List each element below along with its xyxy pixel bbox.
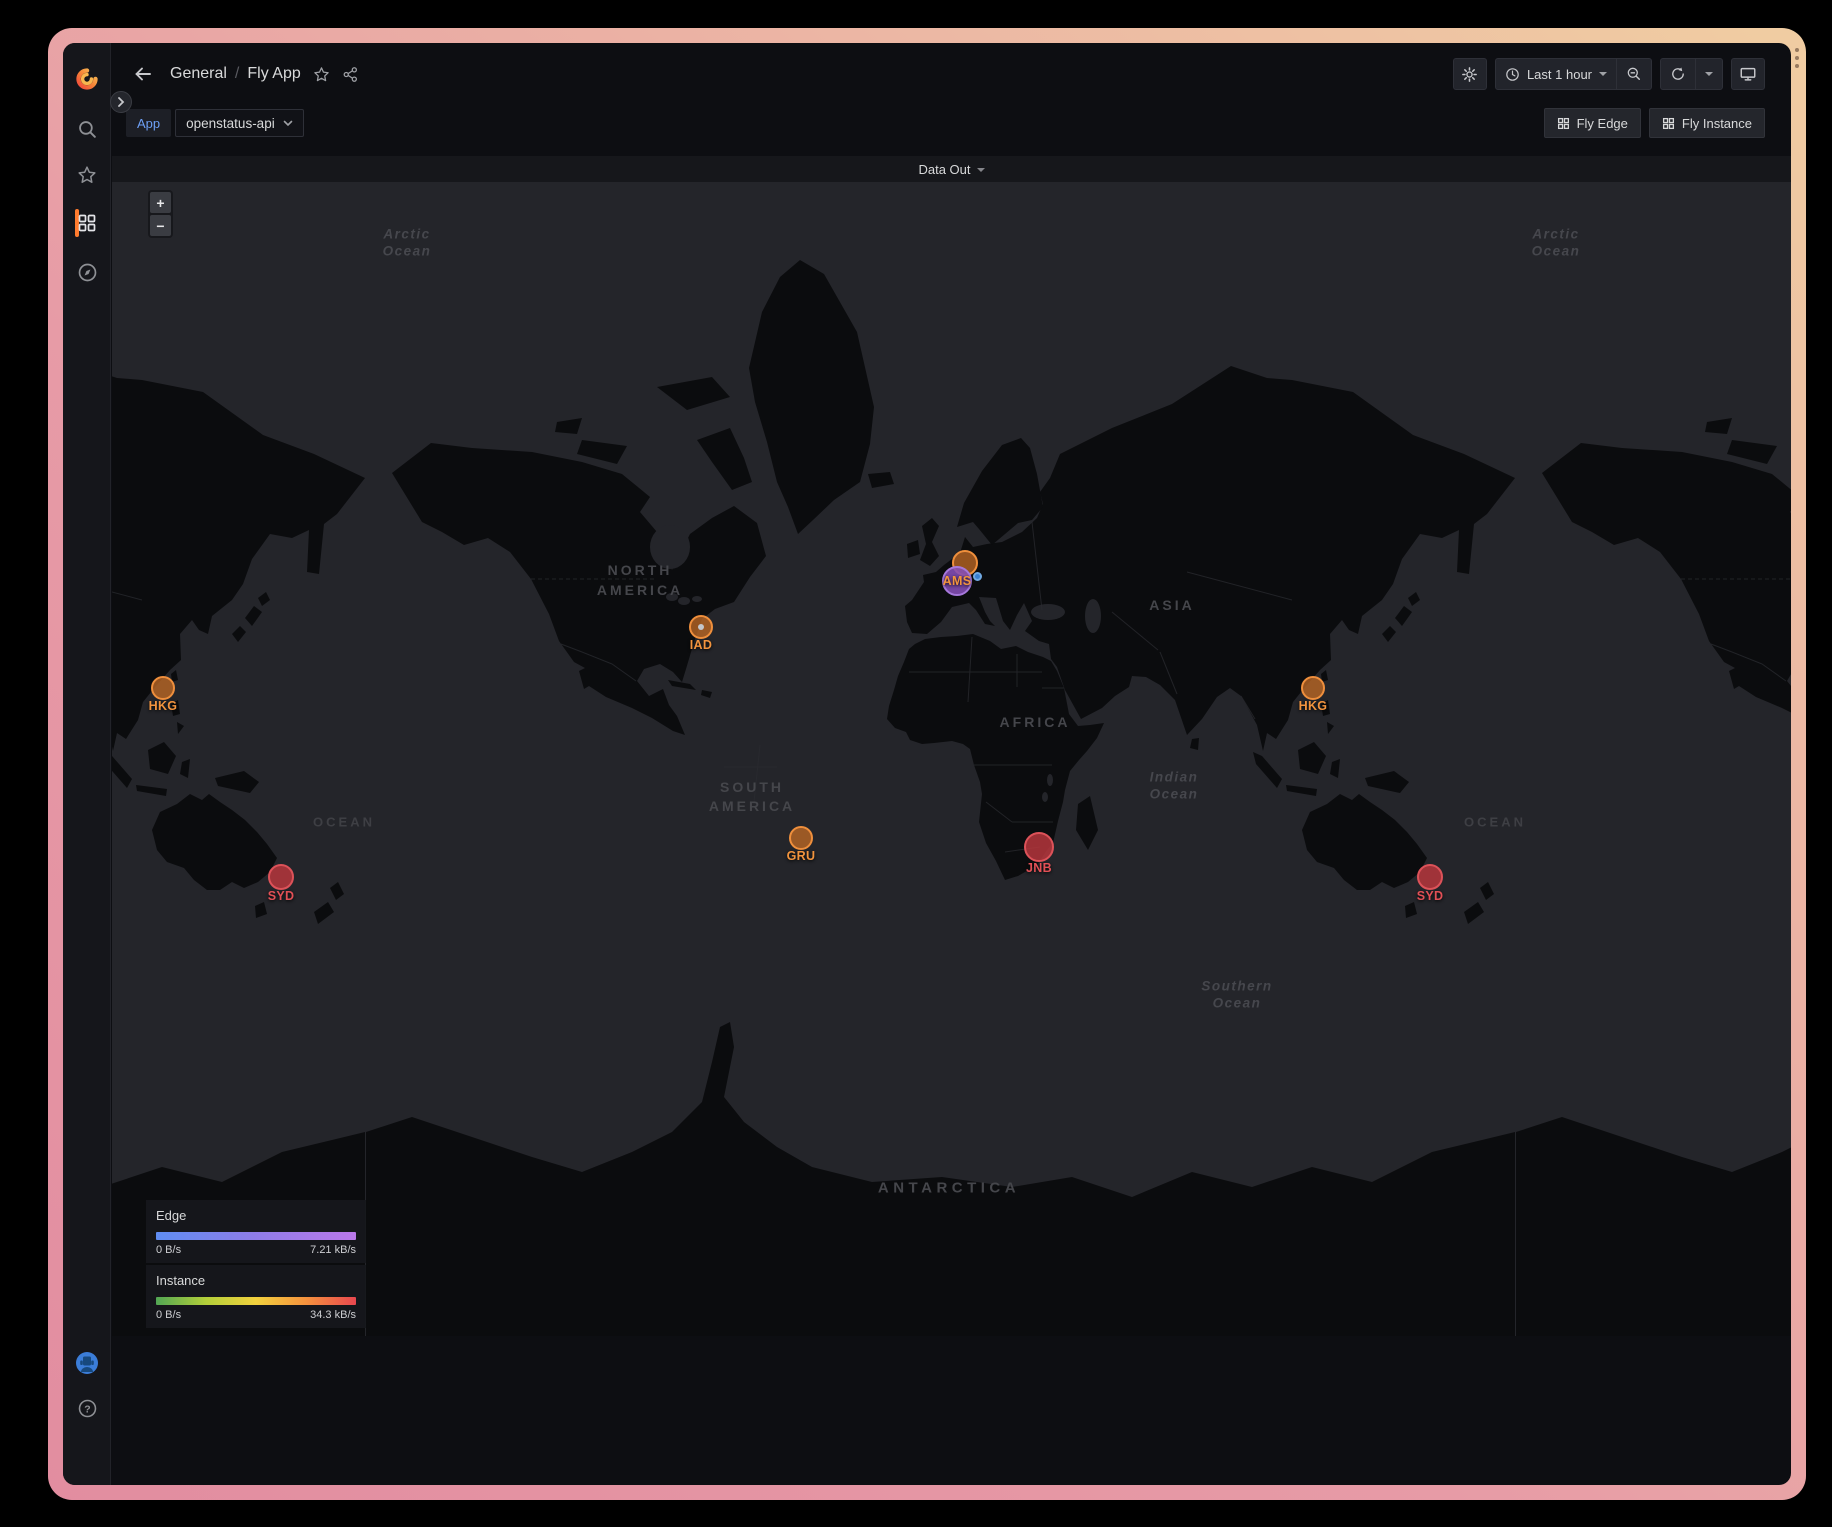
user-avatar bbox=[75, 1351, 99, 1375]
marker-label: JNB bbox=[1026, 861, 1052, 875]
legend-title: Instance bbox=[156, 1273, 356, 1288]
time-range-label: Last 1 hour bbox=[1527, 67, 1592, 82]
share-icon bbox=[342, 66, 359, 83]
legend-instance: Instance 0 B/s 34.3 kB/s bbox=[146, 1265, 366, 1328]
sidebar-item-profile[interactable] bbox=[63, 1343, 111, 1383]
favorite-dashboard-button[interactable] bbox=[313, 66, 330, 83]
time-range-picker: Last 1 hour bbox=[1495, 58, 1652, 90]
app-variable-dropdown[interactable]: openstatus-api bbox=[175, 109, 304, 137]
legend-max-value: 34.3 kB/s bbox=[310, 1309, 356, 1321]
back-button[interactable] bbox=[126, 57, 160, 91]
marker-inner-dot bbox=[698, 624, 704, 630]
breadcrumb-folder[interactable]: General bbox=[170, 65, 227, 83]
map-marker-iad[interactable]: IAD bbox=[689, 615, 713, 639]
panel-title: Data Out bbox=[918, 162, 970, 177]
fly-edge-label: Fly Edge bbox=[1577, 116, 1628, 131]
breadcrumb: General / Fly App bbox=[170, 65, 301, 83]
fly-instance-label: Fly Instance bbox=[1682, 116, 1752, 131]
refresh-picker bbox=[1660, 58, 1723, 90]
gear-icon bbox=[1461, 66, 1478, 83]
map-marker-small-edge[interactable] bbox=[973, 572, 982, 581]
legend-title: Edge bbox=[156, 1208, 356, 1223]
view-toggle-buttons: Fly Edge Fly Instance bbox=[1544, 108, 1765, 138]
map-zoom-out-button[interactable]: − bbox=[150, 215, 171, 236]
map-zoom-in-button[interactable]: + bbox=[150, 192, 171, 213]
map-marker-gru[interactable]: GRU bbox=[789, 826, 813, 850]
refresh-button[interactable] bbox=[1661, 59, 1695, 89]
zoom-out-time-button[interactable] bbox=[1616, 59, 1651, 89]
marker-label: GRU bbox=[787, 849, 816, 863]
dashboard-controls-row: App openstatus-api Fly Edge bbox=[112, 105, 1791, 141]
panel-title-bar[interactable]: Data Out bbox=[112, 156, 1791, 182]
sidebar-item-starred[interactable] bbox=[63, 155, 111, 195]
legend-max-value: 7.21 kB/s bbox=[310, 1244, 356, 1256]
map-marker-syd[interactable]: SYD bbox=[1417, 864, 1443, 890]
refresh-interval-dropdown[interactable] bbox=[1695, 59, 1722, 89]
grafana-app: ? General / Fly App bbox=[63, 43, 1791, 1485]
map-legend: Edge 0 B/s 7.21 kB/s Instance 0 B/s 34.3… bbox=[146, 1200, 366, 1328]
chevron-down-icon bbox=[1705, 72, 1713, 76]
star-icon bbox=[77, 165, 97, 185]
share-dashboard-button[interactable] bbox=[342, 66, 359, 83]
marker-label: SYD bbox=[268, 889, 295, 903]
clock-icon bbox=[1505, 67, 1520, 82]
app-variable-value: openstatus-api bbox=[186, 116, 275, 131]
monitor-icon bbox=[1739, 65, 1757, 83]
world-map bbox=[112, 182, 1791, 1336]
marker-label: HKG bbox=[149, 699, 178, 713]
panel-menu-chevron-icon bbox=[977, 168, 985, 172]
zoom-out-icon bbox=[1626, 66, 1642, 82]
marker-label: SYD bbox=[1417, 889, 1444, 903]
window-handle-dots bbox=[1795, 48, 1799, 68]
map-zoom-control: + − bbox=[148, 190, 173, 238]
map-marker-ams[interactable]: AMS bbox=[942, 566, 972, 596]
grafana-logo-icon bbox=[74, 66, 100, 92]
chevron-down-icon bbox=[1599, 72, 1607, 76]
legend-min-value: 0 B/s bbox=[156, 1309, 181, 1321]
fly-edge-button[interactable]: Fly Edge bbox=[1544, 108, 1641, 138]
refresh-icon bbox=[1670, 66, 1686, 82]
help-icon: ? bbox=[77, 1398, 98, 1419]
arrow-left-icon bbox=[133, 64, 153, 84]
topbar-controls: Last 1 hour bbox=[1453, 58, 1765, 90]
variable-label-app: App bbox=[126, 109, 171, 137]
sidebar-item-search[interactable] bbox=[63, 109, 111, 149]
sidebar: ? bbox=[63, 43, 111, 1485]
grid-icon bbox=[1557, 117, 1570, 130]
fly-instance-button[interactable]: Fly Instance bbox=[1649, 108, 1765, 138]
map-marker-hkg[interactable]: HKG bbox=[1301, 676, 1325, 700]
svg-text:?: ? bbox=[84, 1403, 90, 1415]
star-outline-icon bbox=[313, 66, 330, 83]
sidebar-item-help[interactable]: ? bbox=[63, 1388, 111, 1428]
dashboard-topbar: General / Fly App bbox=[112, 43, 1791, 105]
geomap-panel[interactable]: Arctic Ocean Arctic Ocean NORTH AMERICA … bbox=[112, 182, 1791, 1336]
dashboards-grid-icon bbox=[77, 213, 97, 233]
breadcrumb-dashboard-title[interactable]: Fly App bbox=[247, 65, 300, 83]
sidebar-expand-button[interactable] bbox=[110, 91, 132, 113]
breadcrumb-separator: / bbox=[235, 65, 239, 83]
dashboard-settings-button[interactable] bbox=[1453, 58, 1487, 90]
legend-min-value: 0 B/s bbox=[156, 1244, 181, 1256]
marker-label: IAD bbox=[690, 638, 712, 652]
search-icon bbox=[77, 119, 98, 140]
marker-label: HKG bbox=[1299, 699, 1328, 713]
tv-mode-button[interactable] bbox=[1731, 58, 1765, 90]
sidebar-item-explore[interactable] bbox=[63, 252, 111, 292]
legend-gradient-bar bbox=[156, 1232, 356, 1240]
chevron-down-icon bbox=[283, 120, 293, 127]
sidebar-item-dashboards[interactable] bbox=[63, 203, 111, 243]
compass-icon bbox=[77, 262, 98, 283]
grafana-logo[interactable] bbox=[63, 59, 111, 99]
map-marker-hkg[interactable]: HKG bbox=[151, 676, 175, 700]
legend-edge: Edge 0 B/s 7.21 kB/s bbox=[146, 1200, 366, 1263]
time-range-button[interactable]: Last 1 hour bbox=[1496, 59, 1616, 89]
grid-icon bbox=[1662, 117, 1675, 130]
map-marker-syd[interactable]: SYD bbox=[268, 864, 294, 890]
framed-window: ? General / Fly App bbox=[48, 28, 1806, 1500]
map-marker-jnb[interactable]: JNB bbox=[1024, 832, 1054, 862]
chevron-right-icon bbox=[116, 97, 126, 107]
legend-gradient-bar bbox=[156, 1297, 356, 1305]
marker-label: AMS bbox=[943, 574, 972, 588]
